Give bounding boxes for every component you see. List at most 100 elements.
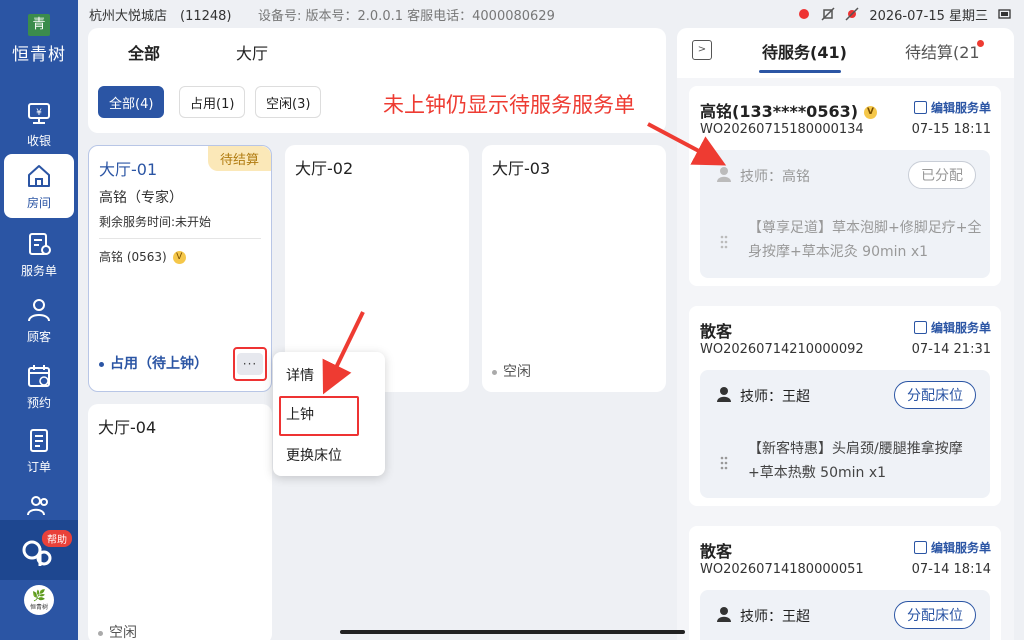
room-name: 大厅-04 [98, 418, 157, 437]
order-card[interactable]: 散客 编辑服务单 WO20260714210000092 07-14 21:31… [689, 306, 1001, 506]
battery-icon [998, 7, 1012, 21]
room-name: 大厅-02 [295, 159, 354, 178]
order-number: WO20260714180000051 [700, 562, 864, 577]
room-card-hall-03[interactable]: 大厅-03 空闲 [482, 145, 666, 392]
service-order-panel: > 待服务(41) 待结算(21 高铭(133****0563) V 编辑服务单 … [677, 28, 1014, 640]
order-time: 07-14 21:31 [911, 342, 991, 357]
tab-waiting-service[interactable]: 待服务(41) [762, 39, 847, 63]
logo-mark-icon: 青 [28, 13, 50, 36]
alarm-icon [797, 7, 811, 21]
help-button[interactable]: 帮助 [0, 520, 78, 580]
technician-icon [716, 166, 732, 182]
edit-order-button[interactable]: 编辑服务单 [913, 99, 991, 116]
drag-handle-icon[interactable] [720, 455, 728, 470]
order-number: WO20260714210000092 [700, 342, 864, 357]
pending-settle-tag: 待结算 [207, 146, 271, 171]
technician-name: 技师：王超 [740, 389, 810, 405]
order-number: WO20260715180000134 [700, 122, 864, 137]
drag-handle-icon[interactable] [720, 234, 728, 249]
cashier-icon: ¥ [25, 100, 53, 128]
room-card-hall-04[interactable]: 大厅-04 空闲 [88, 404, 272, 640]
order-customer: 散客 [700, 322, 733, 341]
staff-icon [25, 492, 53, 520]
sidebar-item-service-orders[interactable]: 服务单 [4, 222, 74, 286]
order-card[interactable]: 散客 编辑服务单 WO20260714180000051 07-14 18:14… [689, 526, 1001, 640]
collapse-icon[interactable]: > [692, 40, 712, 60]
divider [99, 238, 261, 239]
assigned-button[interactable]: 已分配 [908, 161, 976, 189]
sidebar: 青 恒青树 ¥ 收银 房间 服务单 顾客 预约 订单 帮助 🌿 恒青树 [0, 0, 78, 640]
room-customer: 高铭（专家） [99, 190, 183, 206]
service-item: 【新客特惠】头肩颈/腰腿推拿按摩+草本热敷 50min x1 [748, 441, 963, 481]
room-name: 大厅-03 [492, 159, 551, 178]
status-right: 2026-07-15 星期三 [797, 5, 1012, 24]
order-tabs: > 待服务(41) 待结算(21 [677, 28, 1014, 78]
active-tab-indicator [759, 70, 841, 73]
room-status: 空闲 [98, 622, 137, 640]
order-card[interactable]: 高铭(133****0563) V 编辑服务单 WO202607151800001… [689, 86, 1001, 286]
order-time: 07-14 18:14 [911, 562, 991, 577]
menu-item-details[interactable]: 详情 [286, 365, 314, 385]
order-customer: 高铭(133****0563) V [700, 98, 878, 122]
no-signal-icon [845, 7, 859, 21]
assign-bed-button[interactable]: 分配床位 [894, 601, 976, 629]
status-dot [492, 369, 497, 375]
assign-bed-button[interactable]: 分配床位 [894, 381, 976, 409]
edit-order-button[interactable]: 编辑服务单 [913, 539, 991, 556]
home-indicator [340, 630, 685, 634]
device-info: 设备号: 版本号：2.0.0.1 客服电话：4000080629 [258, 8, 555, 24]
room-staff: 高铭 (0563) V [99, 248, 186, 265]
logo-text: 恒青树 [12, 44, 66, 65]
order-time: 07-15 18:11 [911, 122, 991, 137]
tab-all-areas[interactable]: 全部 [128, 40, 160, 64]
technician-name: 技师：高铭 [740, 169, 810, 185]
technician-icon [716, 386, 732, 402]
service-item: 【尊享足道】草本泡脚+修脚足疗+全身按摩+草本泥灸 90min x1 [748, 220, 982, 260]
service-order-icon [25, 230, 53, 258]
room-status: 空闲 [492, 361, 531, 381]
room-status: 占用（待上钟） [99, 353, 208, 373]
room-action-menu: 详情 上钟 更换床位 [273, 352, 385, 476]
more-icon: ··· [237, 353, 263, 375]
calendar-icon [25, 362, 53, 390]
app-logo: 青 恒青树 [0, 0, 78, 78]
status-dot [98, 630, 103, 636]
edit-icon [913, 321, 927, 334]
highlight-box [279, 396, 359, 436]
filter-occupied[interactable]: 占用(1) [179, 86, 246, 118]
filter-idle[interactable]: 空闲(3) [255, 86, 322, 118]
help-badge: 帮助 [42, 530, 72, 547]
order-customer: 散客 [700, 542, 733, 561]
avatar[interactable]: 🌿 恒青树 [24, 585, 54, 615]
technician-icon [716, 606, 732, 622]
tree-logo-icon: 🌿 [32, 589, 46, 602]
vip-icon: V [864, 106, 878, 119]
svg-text:¥: ¥ [36, 108, 42, 118]
sidebar-item-appointments[interactable]: 预约 [4, 354, 74, 418]
room-remaining-time: 剩余服务时间:未开始 [99, 215, 212, 229]
vip-icon: V [172, 251, 186, 264]
edit-order-button[interactable]: 编辑服务单 [913, 319, 991, 336]
more-button[interactable]: ··· [233, 347, 267, 381]
edit-icon [913, 101, 927, 114]
edit-icon [913, 541, 927, 554]
tab-pending-settle[interactable]: 待结算(21 [905, 39, 980, 63]
room-name: 大厅-01 [99, 160, 158, 179]
datetime: 2026-07-15 星期三 [869, 8, 988, 24]
mute-icon [821, 7, 835, 21]
annotation-text: 未上钟仍显示待服务服务单 [383, 93, 635, 117]
sidebar-item-cashier[interactable]: ¥ 收银 [4, 92, 74, 156]
order-detail-box: 技师：王超 分配床位 【新客特惠】头肩颈/腰腿推拿按摩+草本热敷 50min x… [700, 370, 990, 498]
order-detail-box: 技师：王超 分配床位 [700, 590, 990, 640]
status-dot [99, 361, 104, 367]
technician-name: 技师：王超 [740, 609, 810, 625]
filter-all[interactable]: 全部(4) [98, 86, 165, 118]
sidebar-item-customers[interactable]: 顾客 [4, 288, 74, 352]
menu-item-change-bed[interactable]: 更换床位 [286, 445, 342, 465]
notification-dot [977, 40, 984, 47]
sidebar-item-rooms[interactable]: 房间 [4, 154, 74, 218]
tab-hall[interactable]: 大厅 [236, 40, 268, 64]
order-icon [25, 426, 53, 454]
sidebar-item-orders[interactable]: 订单 [4, 418, 74, 482]
home-icon [25, 162, 53, 190]
